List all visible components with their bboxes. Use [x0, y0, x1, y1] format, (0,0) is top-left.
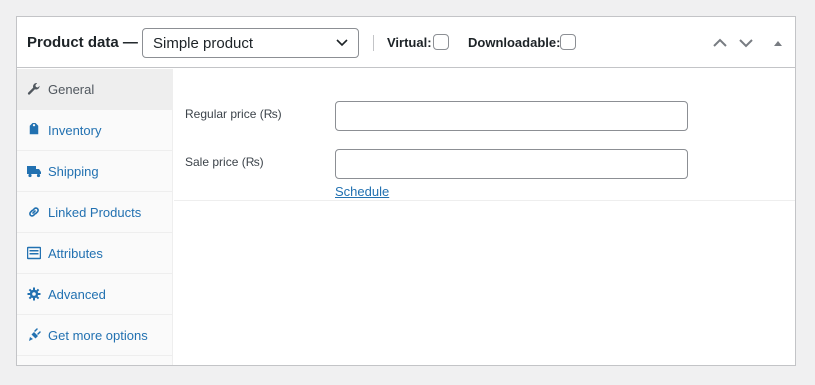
- product-data-panel: Product data — Simple product Virtual: D…: [16, 16, 796, 366]
- tab-label: Attributes: [48, 246, 103, 261]
- tab-label: Inventory: [48, 123, 102, 138]
- tab-get-more-options[interactable]: Get more options: [17, 315, 172, 356]
- product-type-value: Simple product: [153, 35, 254, 52]
- chevron-down-icon[interactable]: [737, 34, 755, 52]
- sale-price-input[interactable]: [335, 149, 688, 179]
- tab-advanced[interactable]: Advanced: [17, 274, 172, 315]
- product-data-header: Product data — Simple product Virtual: D…: [17, 17, 795, 68]
- gear-icon: [27, 287, 41, 301]
- tab-label: Linked Products: [48, 205, 142, 220]
- downloadable-checkbox[interactable]: [560, 34, 576, 50]
- chevron-down-icon: [336, 39, 348, 47]
- chevron-up-icon[interactable]: [711, 34, 729, 52]
- tag-icon: [29, 123, 39, 135]
- regular-price-input[interactable]: [335, 101, 688, 131]
- schedule-link[interactable]: Schedule: [335, 184, 389, 199]
- plugin-icon: [29, 328, 41, 341]
- tab-shipping[interactable]: Shipping: [17, 151, 172, 192]
- tab-general[interactable]: General: [17, 69, 172, 110]
- tab-inventory[interactable]: Inventory: [17, 110, 172, 151]
- tab-label: Shipping: [48, 164, 99, 179]
- tab-linked-products[interactable]: Linked Products: [17, 192, 172, 233]
- link-icon: [29, 207, 39, 217]
- tab-label: General: [48, 82, 95, 97]
- product-data-tabs: General Inventory Shipping Linked Produc…: [17, 69, 173, 365]
- downloadable-label: Downloadable:: [468, 35, 561, 50]
- product-type-select[interactable]: Simple product: [142, 28, 359, 58]
- tab-label: Advanced: [48, 287, 106, 302]
- sale-price-label: Sale price (₨): [185, 155, 264, 169]
- truck-icon: [27, 166, 41, 178]
- virtual-label: Virtual:: [387, 35, 432, 50]
- tab-label: Get more options: [48, 328, 148, 343]
- panel-title: Product data —: [27, 34, 138, 51]
- virtual-checkbox[interactable]: [433, 34, 449, 50]
- wrench-icon: [27, 83, 40, 95]
- regular-price-label: Regular price (₨): [185, 107, 282, 121]
- tab-attributes[interactable]: Attributes: [17, 233, 172, 274]
- general-options-panel: Regular price (₨) Sale price (₨) Schedul…: [174, 69, 795, 201]
- list-icon: [27, 246, 41, 260]
- triangle-up-icon[interactable]: [769, 34, 787, 52]
- divider: [373, 35, 374, 51]
